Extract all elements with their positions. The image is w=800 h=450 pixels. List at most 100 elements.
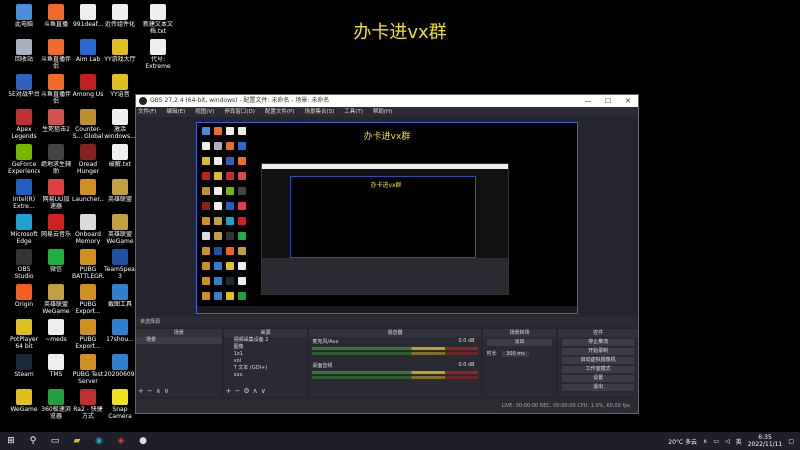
desktop-icon[interactable]: 斗鱼直播 <box>40 4 72 28</box>
edge-icon[interactable]: ◉ <box>91 433 107 449</box>
desktop-icon[interactable]: Apex Legends <box>8 109 40 140</box>
desktop-icon[interactable]: Among Us <box>72 74 104 98</box>
desktop-icon[interactable]: PUBG Export... <box>72 284 104 315</box>
desktop-icon[interactable]: Steam <box>8 354 40 378</box>
desktop-icon[interactable]: Microsoft Edge <box>8 214 40 245</box>
source-item[interactable]: 1x1 <box>224 351 308 358</box>
desktop-icon[interactable]: YY游戏大厅 <box>104 39 136 63</box>
weather[interactable]: 20°C 多云 <box>668 437 697 446</box>
desktop-icon[interactable]: 斗鱼直播伴侣 <box>40 39 72 70</box>
desktop-icon[interactable]: 微信 <box>40 249 72 273</box>
settings-button[interactable]: 设置 <box>562 375 634 382</box>
desktop-icon[interactable]: Aim Lab <box>72 39 104 63</box>
desktop-icon[interactable]: 激活 windows... <box>104 109 136 140</box>
source-item[interactable]: T 文本 (GDI+) <box>224 365 308 372</box>
obs-taskbar-icon[interactable]: ● <box>135 433 151 449</box>
desktop-icon[interactable]: 近传组件化 <box>104 4 136 28</box>
exit-button[interactable]: 退出 <box>562 384 634 391</box>
desktop-icon[interactable]: 截图工具 <box>104 284 136 308</box>
desktop-icon[interactable]: GeForce Experience <box>8 144 40 175</box>
search-icon[interactable]: ⚲ <box>25 433 41 449</box>
desktop-icon[interactable]: 英雄联盟 <box>104 179 136 203</box>
desktop-icon[interactable]: 5E对战平台 <box>8 74 40 98</box>
desktop-icon[interactable]: 英雄联盟 WeGame版 <box>104 214 136 245</box>
start-recording-button[interactable]: 开始录制 <box>562 348 634 355</box>
menu-docks[interactable]: 停靠窗口(D) <box>224 107 255 117</box>
desktop-icon[interactable]: 17shou... <box>104 319 136 343</box>
menu-help[interactable]: 帮助(H) <box>373 107 392 117</box>
desktop-icon[interactable]: PUBG Test Server <box>72 354 104 385</box>
desktop-icon[interactable]: ~meds <box>40 319 72 343</box>
maximize-button[interactable]: ☐ <box>598 95 618 107</box>
desktop-icon[interactable]: 此电脑 <box>8 4 40 28</box>
stop-streaming-button[interactable]: 停止推流 <box>562 339 634 346</box>
menu-profile[interactable]: 配置文件(P) <box>265 107 295 117</box>
nested-title-bar <box>262 164 508 169</box>
desktop-icon[interactable]: 网易云音乐 <box>40 214 72 238</box>
source-item[interactable]: 图像 <box>224 344 308 351</box>
desktop-icon[interactable]: PUBG BATTLEGR... <box>72 249 104 280</box>
transition-select[interactable]: 淡出 <box>486 339 553 346</box>
menu-edit[interactable]: 编辑(E) <box>166 107 185 117</box>
obs-title-bar[interactable]: OBS 27.2.4 (64-bit, windows) - 配置文件: 未命名… <box>136 95 638 107</box>
clock[interactable]: 6:35 2022/11/11 <box>748 434 783 448</box>
desktop-icon[interactable]: 991deaf... <box>72 4 104 28</box>
source-item[interactable]: 视频采集设备 2 <box>224 337 308 344</box>
volume-icon[interactable]: ◁ <box>725 438 730 445</box>
desktop-icon[interactable]: Onboard Memory ... <box>72 214 104 245</box>
menu-view[interactable]: 视图(V) <box>195 107 214 117</box>
source-item[interactable]: xxx <box>224 372 308 379</box>
close-button[interactable]: ✕ <box>618 95 638 107</box>
desktop-icon[interactable]: 生死狙击2 <box>40 109 72 133</box>
volume-slider[interactable] <box>312 352 478 355</box>
desktop-icon[interactable]: Counter-S... Global Offe... <box>72 109 104 140</box>
tray-chevron-icon[interactable]: ∧ <box>703 438 707 445</box>
desktop-icon[interactable]: 代号: Extreme <box>142 39 174 70</box>
minimize-button[interactable]: — <box>578 95 598 107</box>
menu-scene-collection[interactable]: 场景集合(S) <box>304 107 334 117</box>
desktop-icon[interactable]: TeamSpeak 3 <box>104 249 136 280</box>
desktop-icon[interactable]: 绝地求生辅助 <box>40 144 72 175</box>
scenes-toolbar[interactable]: +−∧∨ <box>138 387 172 395</box>
studio-mode-button[interactable]: 工作室模式 <box>562 366 634 373</box>
source-item[interactable]: vol <box>224 358 308 365</box>
desktop-icon[interactable]: 网易UU加速器 <box>40 179 72 210</box>
desktop-icon[interactable]: Ra2 - 快捷方式 <box>72 389 104 420</box>
desktop-icon[interactable]: Launcher... <box>72 179 104 203</box>
desktop-icon[interactable]: TMS <box>40 354 72 378</box>
menu-tools[interactable]: 工具(T) <box>344 107 363 117</box>
desktop-icon[interactable]: 20200609... <box>104 354 136 378</box>
ime-indicator[interactable]: 英 <box>736 437 742 446</box>
start-virtual-camera-button[interactable]: 启动虚拟摄像机 <box>562 357 634 364</box>
desktop-icon[interactable]: Origin <box>8 284 40 308</box>
desktop-icon[interactable]: Dread Hunger <box>72 144 104 175</box>
obs-preview[interactable]: 办卡进vx群 办卡进vx群 <box>196 122 578 314</box>
sources-toolbar[interactable]: +−⚙∧∨ <box>226 387 269 395</box>
volume-slider[interactable] <box>312 376 478 379</box>
desktop-icon[interactable]: PotPlayer 64 bit <box>8 319 40 350</box>
network-icon[interactable]: ▭ <box>713 438 719 445</box>
desktop-icon[interactable]: WeGame <box>8 389 40 413</box>
desktop-icon[interactable]: Intel(R) Extre... <box>8 179 40 210</box>
desktop-icon[interactable]: YY语音 <box>104 74 136 98</box>
task-view-icon[interactable]: ▭ <box>47 433 63 449</box>
desktop-icon[interactable]: 破解.txt <box>104 144 136 168</box>
file-explorer-icon[interactable]: ▰ <box>69 433 85 449</box>
start-button[interactable]: ⊞ <box>3 433 19 449</box>
notification-icon[interactable]: ▢ <box>788 438 794 445</box>
desktop-icon[interactable]: Snap Camera <box>104 389 136 420</box>
desktop-icon[interactable]: 英雄联盟 WeGame版 <box>40 284 72 315</box>
desktop-icon[interactable]: 斗鱼直播伴侣 <box>40 74 72 105</box>
obs-status-bar: LIVE: 00:00:00 REC: 00:00:00 CPU: 1.0%, … <box>136 399 638 413</box>
desktop-icon[interactable]: 回收站 <box>8 39 40 63</box>
menu-file[interactable]: 文件(F) <box>138 107 156 117</box>
duration-input[interactable]: 300 ms <box>502 351 529 357</box>
desktop-icon[interactable]: OBS Studio <box>8 249 40 280</box>
desktop-icon[interactable]: 新建文本文档.txt <box>142 4 174 35</box>
desktop-icon[interactable]: 360极速浏览器 <box>40 389 72 420</box>
desktop-icon[interactable]: PUBG Export... <box>72 319 104 350</box>
app-icon[interactable]: ◈ <box>113 433 129 449</box>
desktop-icon-label: 新建文本文档.txt <box>142 21 173 35</box>
app-icon <box>80 249 96 265</box>
scene-item[interactable]: 场景 <box>136 337 222 344</box>
